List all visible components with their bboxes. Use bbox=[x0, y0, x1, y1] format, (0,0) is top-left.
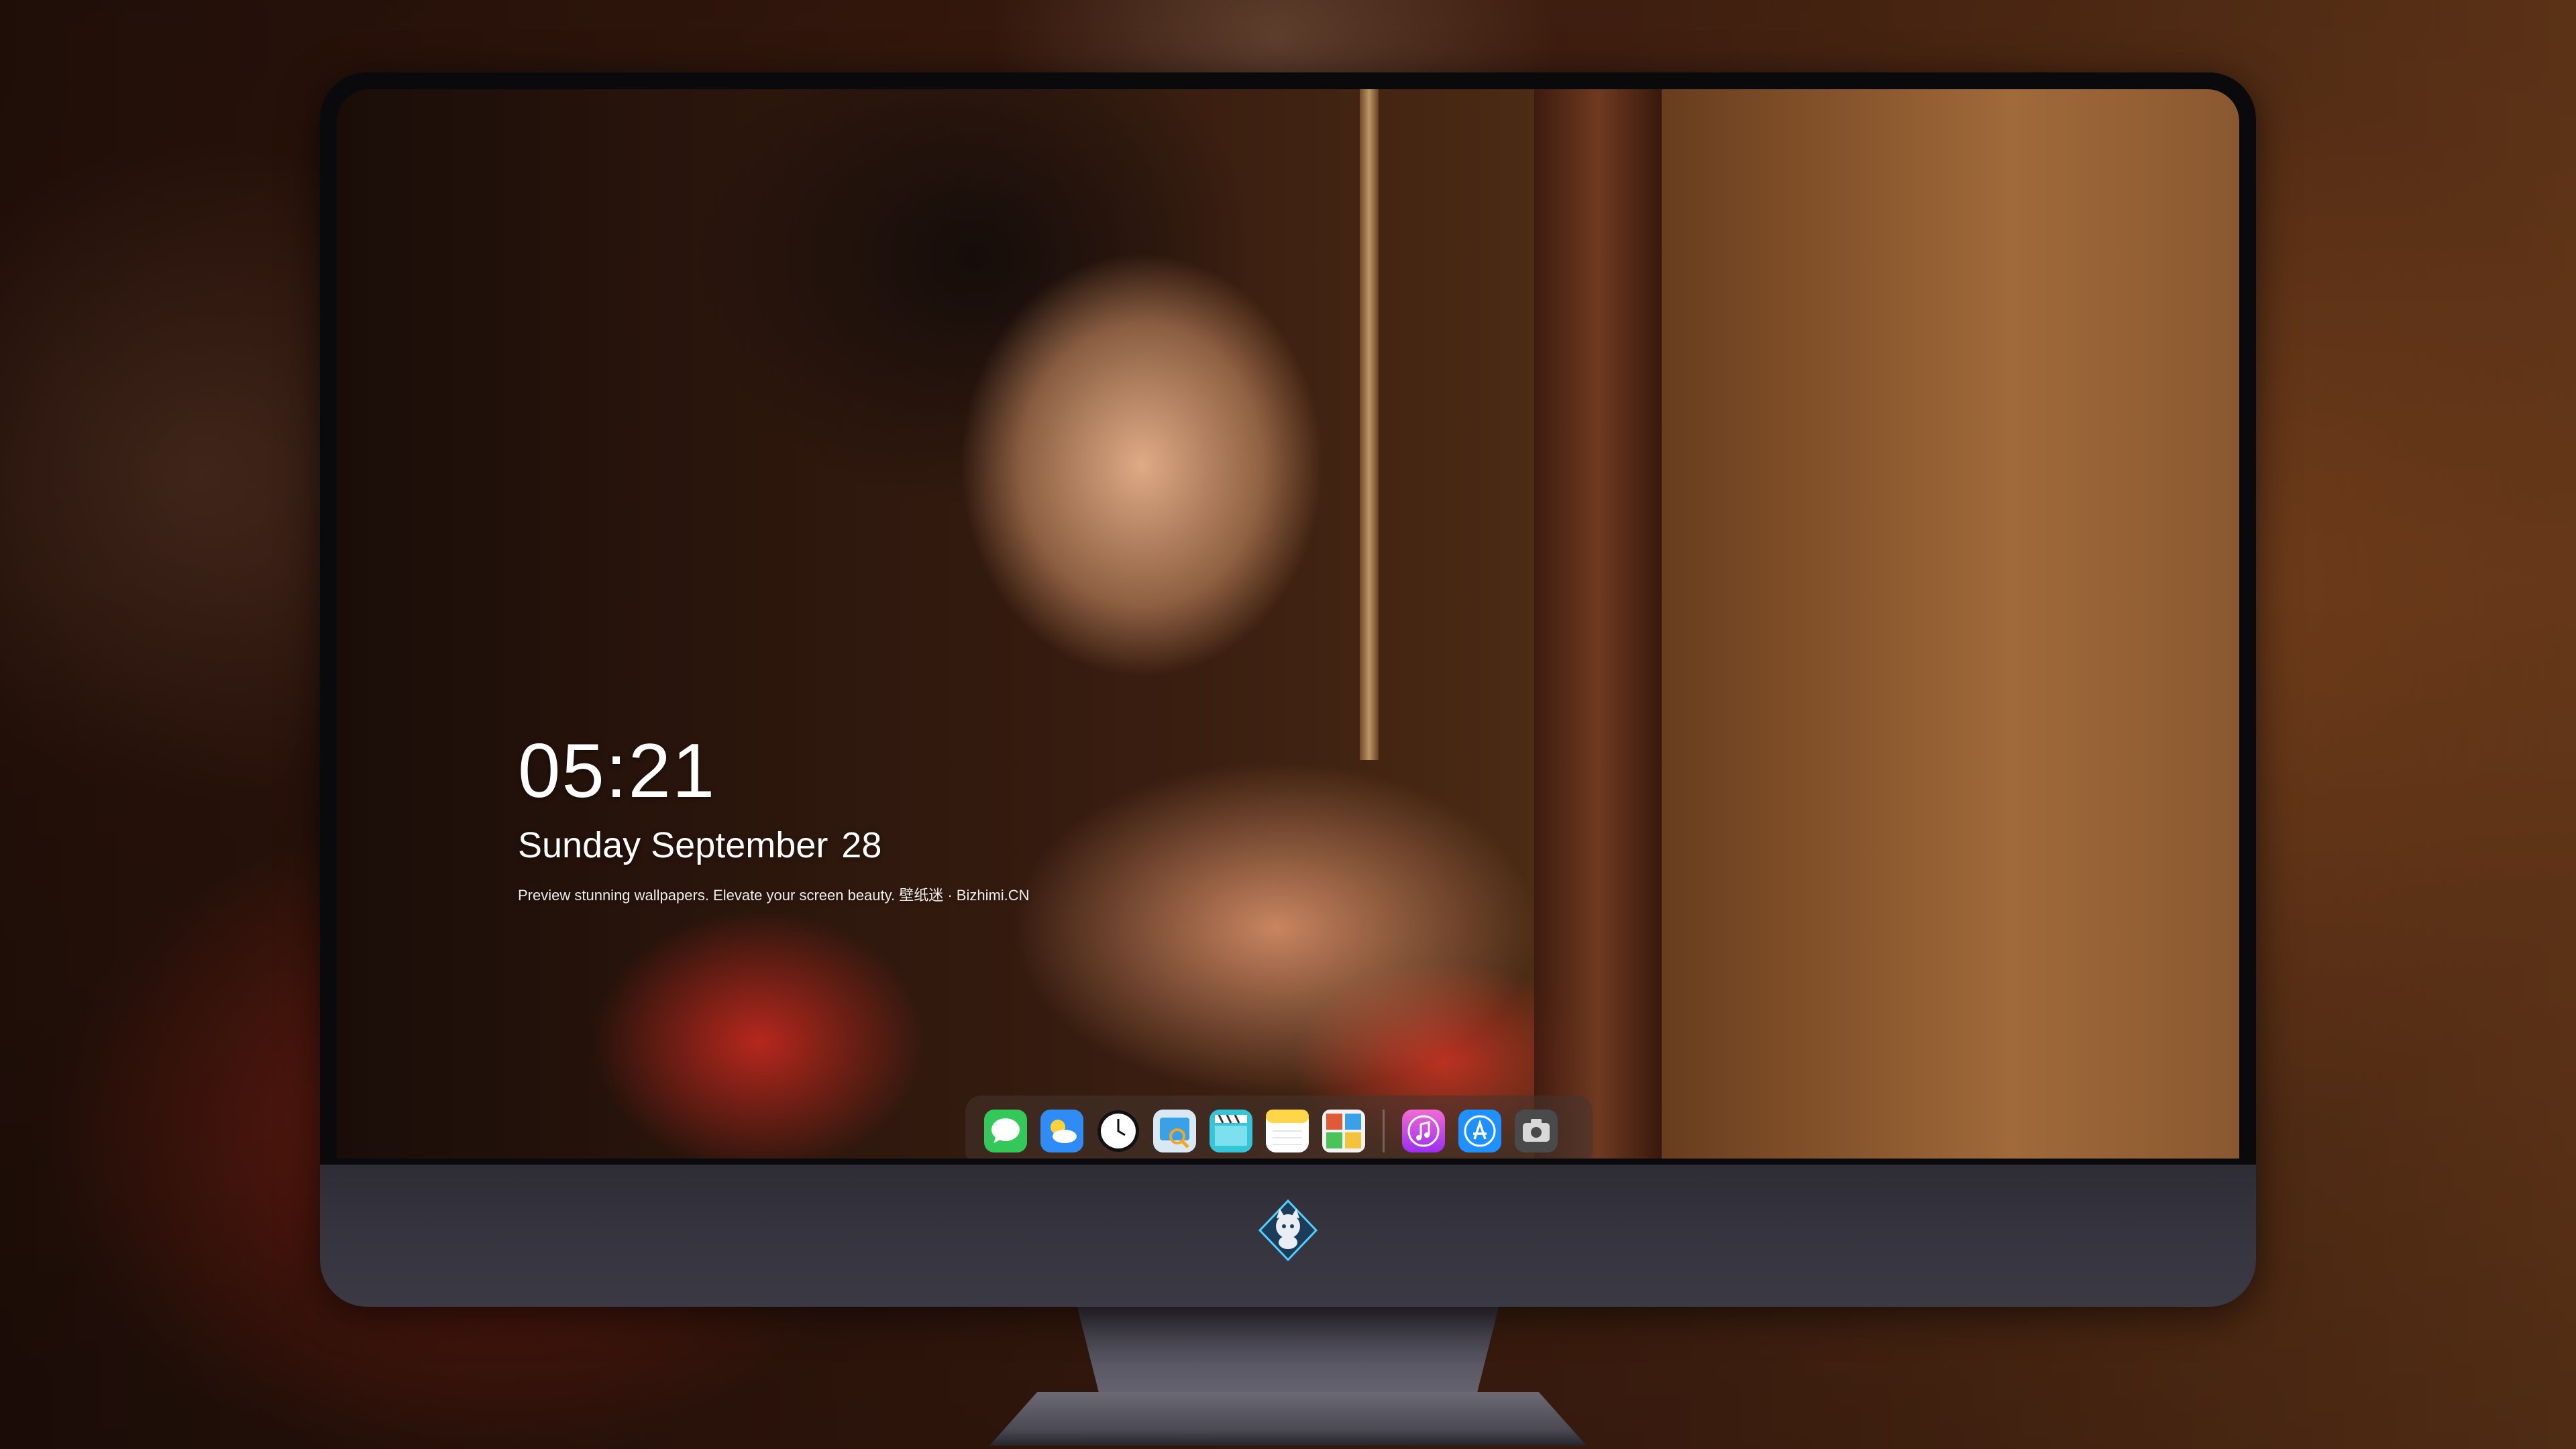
dock bbox=[965, 1095, 1593, 1159]
monitor-frame: 05:21 Sunday September 28 Preview stunnin… bbox=[320, 72, 2256, 1307]
lock-screen-info: 05:21 Sunday September 28 Preview stunnin… bbox=[518, 733, 1030, 905]
desktop-screen: 05:21 Sunday September 28 Preview stunnin… bbox=[337, 89, 2239, 1159]
date-weekday-month: Sunday September bbox=[518, 825, 828, 865]
music-icon[interactable] bbox=[1402, 1110, 1445, 1152]
notes-icon[interactable] bbox=[1266, 1110, 1309, 1152]
wallpaper-caption: Preview stunning wallpapers. Elevate you… bbox=[518, 887, 1030, 904]
preview-icon[interactable] bbox=[1153, 1110, 1196, 1152]
weather-icon[interactable] bbox=[1040, 1110, 1083, 1152]
date-line: Sunday September 28 bbox=[518, 824, 1030, 866]
clock-time: 05:21 bbox=[518, 729, 716, 814]
messages-icon[interactable] bbox=[984, 1110, 1027, 1152]
mascot-logo-icon bbox=[1256, 1198, 1320, 1263]
app-store-icon[interactable] bbox=[1458, 1110, 1501, 1152]
clock-icon[interactable] bbox=[1097, 1110, 1140, 1152]
monitor-chin bbox=[320, 1165, 2256, 1307]
wallpaper-light-beam bbox=[1360, 89, 1379, 760]
camera-icon[interactable] bbox=[1515, 1110, 1558, 1152]
clips-icon[interactable] bbox=[1210, 1110, 1252, 1152]
dock-separator bbox=[1383, 1110, 1385, 1152]
photo-booth-icon[interactable] bbox=[1322, 1110, 1365, 1152]
date-day: 28 bbox=[841, 825, 882, 865]
wallpaper-carved-pillar bbox=[1534, 89, 1662, 1159]
monitor-stand-foot bbox=[989, 1392, 1587, 1446]
